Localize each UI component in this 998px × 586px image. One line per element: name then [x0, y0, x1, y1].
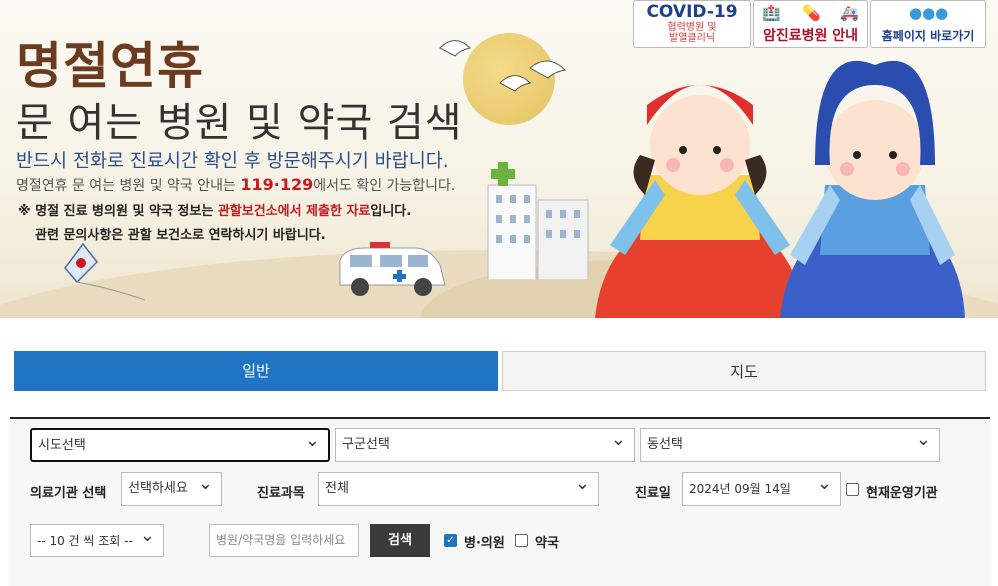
hospital-checkbox[interactable]: ✓	[444, 534, 457, 547]
children-hanbok-illustration	[595, 60, 965, 318]
egen-logo-icon: ●●●	[909, 4, 949, 22]
kite-illustration	[64, 242, 146, 301]
cancer-hospital-button[interactable]: 🏥 💊 🚑 암진료병원 안내	[753, 0, 868, 48]
search-button[interactable]: 검색	[370, 524, 430, 557]
notice-source: ※ 명절 진료 병의원 및 약국 정보는 관할보건소에서 제출한 자료입니다.	[18, 200, 411, 219]
tab-general[interactable]: 일반	[14, 351, 498, 391]
date-select[interactable]: 2024년 09월 14일	[682, 468, 841, 506]
page-size-select[interactable]: -- 10 건 씩 조회 --	[30, 520, 164, 557]
sido-select[interactable]: 시도선택	[30, 425, 330, 462]
tab-map[interactable]: 지도	[502, 351, 986, 391]
pharmacy-icon: 💊	[802, 4, 821, 22]
pharmacy-checkbox[interactable]	[515, 534, 528, 547]
banner: 명절연휴 문 여는 병원 및 약국 검색 반드시 전화로 진료시간 확인 후 방…	[0, 0, 998, 318]
open-now-label: 현재운영기관	[866, 486, 938, 501]
notice-hotline: 명절연휴 문 여는 병원 및 약국 안내는 119·129에서도 확인 가능합니…	[16, 175, 455, 195]
cancer-hospital-label: 암진료병원 안내	[762, 28, 859, 44]
covid-clinic-button[interactable]: COVID-19 협력병원 및 발열클리닉	[633, 0, 751, 48]
covid-title: COVID-19	[646, 2, 738, 22]
homepage-button[interactable]: ●●● 홈페이지 바로가기	[870, 0, 986, 48]
pharmacy-checkbox-label: 약국	[535, 536, 559, 551]
ambulance-icon: 🚑	[840, 4, 859, 22]
notice-source-post: 입니다.	[370, 204, 412, 219]
department-label: 진료과목	[257, 486, 305, 501]
notice-call-first: 반드시 전화로 진료시간 확인 후 방문해주시기 바랍니다.	[16, 151, 449, 172]
notice-source-pre: ※ 명절 진료 병의원 및 약국 정보는	[18, 204, 218, 219]
notice-inquiry: 관련 문의사항은 관할 보건소로 연락하시기 바랍니다.	[35, 228, 326, 243]
homepage-label: 홈페이지 바로가기	[881, 29, 975, 43]
date-label: 진료일	[635, 486, 671, 501]
dong-select[interactable]: 동선택	[640, 424, 940, 462]
banner-subtitle: 문 여는 병원 및 약국 검색	[16, 100, 463, 146]
institution-select[interactable]: 선택하세요	[121, 468, 222, 506]
banner-title: 명절연휴	[16, 37, 204, 95]
open-now-checkbox[interactable]	[846, 483, 859, 496]
gugun-select[interactable]: 구군선택	[335, 424, 635, 462]
notice-source-highlight: 관할보건소에서 제출한 자료	[217, 204, 371, 219]
institution-label: 의료기관 선택	[30, 486, 107, 501]
search-input[interactable]: 병원/약국명을 입력하세요	[209, 524, 359, 557]
covid-sub2: 발열클리닉	[669, 33, 715, 44]
notice-hotline-number: 119·129	[240, 175, 314, 194]
covid-sub1: 협력병원 및	[667, 22, 717, 33]
notice-hotline-pre: 명절연휴 문 여는 병원 및 약국 안내는	[16, 178, 241, 194]
hospital-checkbox-label: 병·의원	[464, 536, 505, 551]
hospital-icon: 🏥	[762, 4, 781, 22]
department-select[interactable]: 전체	[318, 468, 599, 506]
ambulance-illustration	[339, 242, 446, 296]
notice-hotline-post: 에서도 확인 가능합니다.	[313, 178, 456, 194]
